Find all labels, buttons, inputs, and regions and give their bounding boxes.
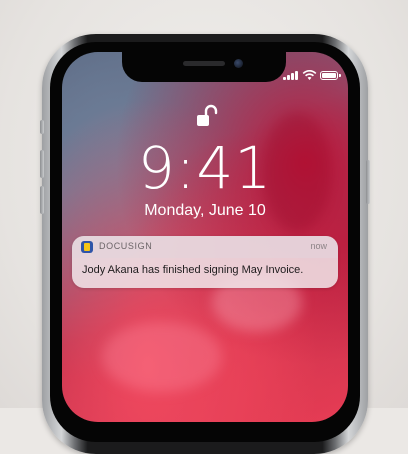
notification-message: Jody Akana has finished signing May Invo… [82, 264, 304, 276]
lock-screen-date: Monday, June 10 [144, 202, 266, 219]
side-button [366, 160, 370, 204]
battery-icon [320, 71, 341, 80]
notification-app-name: DOCUSIGN [99, 241, 153, 251]
status-bar [283, 70, 343, 82]
lock-screen-time: 9:41 [137, 134, 273, 202]
volume-down-button [40, 186, 44, 214]
earpiece-speaker [183, 61, 225, 66]
display-notch [122, 52, 286, 82]
docusign-app-icon [81, 241, 93, 253]
notification-card[interactable]: DOCUSIGN now Jody Akana has finished sig… [72, 236, 338, 288]
unlocked-padlock-icon [197, 104, 218, 126]
front-camera [234, 59, 243, 68]
cellular-signal-icon [283, 70, 299, 80]
wifi-icon [302, 70, 317, 80]
volume-up-button [40, 150, 44, 178]
silent-switch [40, 120, 44, 134]
notification-timestamp: now [310, 241, 327, 251]
